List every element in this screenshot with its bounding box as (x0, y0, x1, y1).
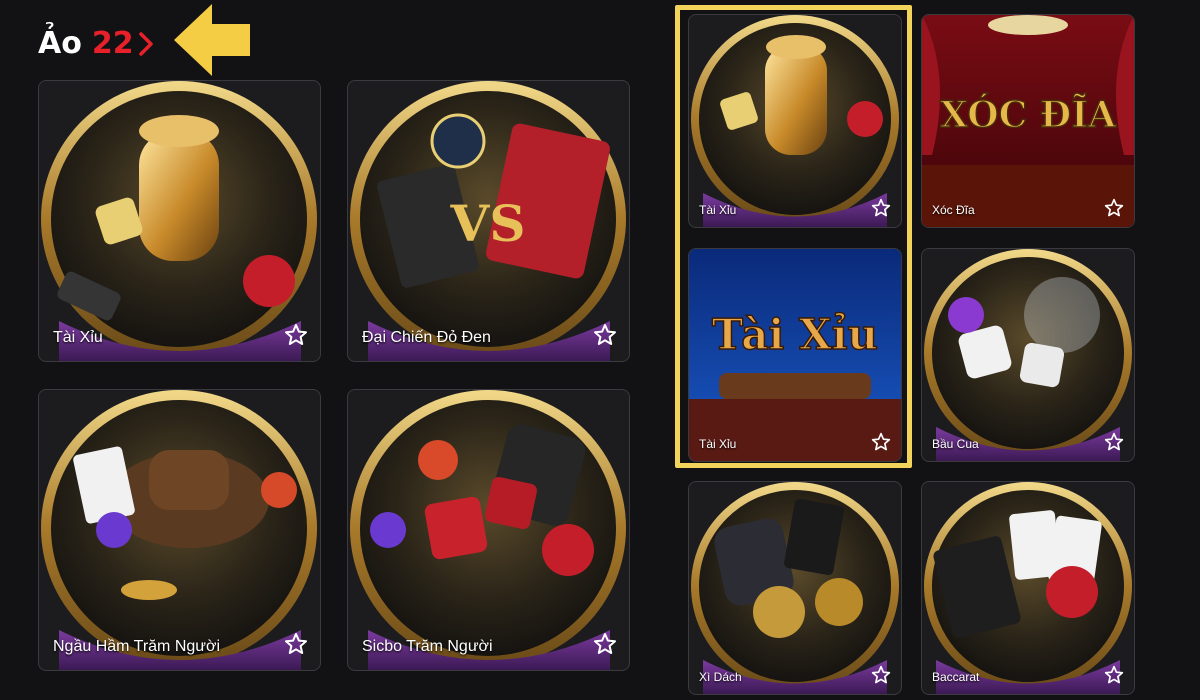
category-header[interactable]: Ảo 22 (38, 26, 156, 61)
game-card-dai-chien-do-den[interactable]: VS Đại Chiến Đỏ Đen (347, 80, 630, 362)
game-thumbnail (41, 81, 317, 361)
game-label: Đại Chiến Đỏ Đen (362, 329, 491, 346)
category-count: 22 (91, 26, 134, 61)
game-card-sicbo-tram-nguoi[interactable]: Sicbo Trăm Người (347, 389, 630, 671)
game-card-tai-xiu[interactable]: Tài Xỉu (38, 80, 321, 362)
game-card-xoc-dia[interactable]: XÓC ĐĨA Xóc Đĩa (921, 14, 1135, 228)
highlight-frame (675, 5, 912, 468)
game-label: Ngầu Hầm Trăm Người (53, 638, 221, 655)
star-icon[interactable] (871, 665, 891, 685)
game-thumbnail (350, 390, 626, 670)
star-icon[interactable] (284, 323, 308, 347)
game-thumbnail (691, 482, 899, 694)
game-card-bau-cua[interactable]: Bầu Cua (921, 248, 1135, 462)
game-label: Baccarat (932, 670, 980, 684)
star-icon[interactable] (593, 632, 617, 656)
star-icon[interactable] (1104, 198, 1124, 218)
svg-text:VS: VS (450, 194, 526, 253)
star-icon[interactable] (1104, 665, 1124, 685)
game-thumbnail (41, 390, 317, 670)
game-label: Sicbo Trăm Người (362, 638, 493, 655)
yellow-arrow-icon (174, 4, 250, 76)
star-icon[interactable] (284, 632, 308, 656)
game-card-ngau-ham-tram-nguoi[interactable]: Ngầu Hầm Trăm Người (38, 389, 321, 671)
art-title: XÓC ĐĨA (940, 94, 1117, 136)
game-thumbnail: XÓC ĐĨA (922, 15, 1134, 227)
game-label: Tài Xỉu (53, 329, 103, 346)
game-card-baccarat[interactable]: Baccarat (921, 481, 1135, 695)
game-label: Bầu Cua (932, 437, 979, 451)
game-label: Xóc Đĩa (932, 203, 975, 217)
category-title: Ảo (38, 26, 82, 61)
star-icon[interactable] (593, 323, 617, 347)
game-thumbnail (924, 249, 1132, 461)
game-card-xi-dach[interactable]: Xì Dách (688, 481, 902, 695)
game-label: Xì Dách (699, 670, 742, 684)
star-icon[interactable] (1104, 432, 1124, 452)
chevron-right-icon[interactable] (136, 29, 156, 59)
game-thumbnail: VS (350, 81, 626, 361)
game-thumbnail (924, 482, 1132, 694)
